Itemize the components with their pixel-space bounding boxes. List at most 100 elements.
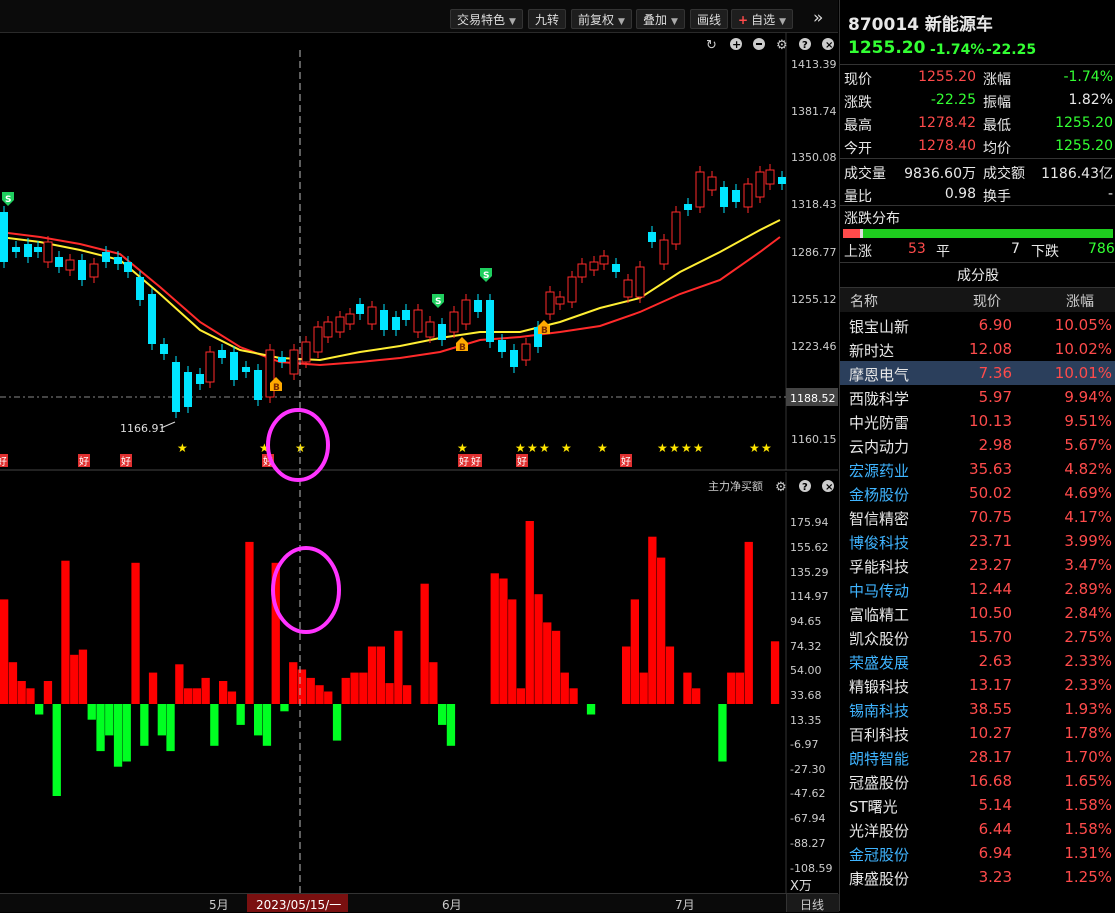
sell-signal-label: S <box>483 271 489 281</box>
stock-change: 1.65% <box>1064 772 1112 790</box>
constituent-row[interactable]: 富临精工 10.50 2.84% <box>840 601 1115 625</box>
overlay-dropdown[interactable]: 叠加 ▼ <box>636 9 685 29</box>
constituent-row[interactable]: 金冠股份 6.94 1.31% <box>840 841 1115 865</box>
candle <box>577 263 587 278</box>
constituent-row[interactable]: 银宝山新 6.90 10.05% <box>840 313 1115 337</box>
net-buy-bar <box>262 704 272 746</box>
net-buy-bar <box>639 672 648 704</box>
nine-turn-button[interactable]: 九转 <box>528 9 567 29</box>
hao-label: 好 <box>0 456 7 468</box>
constituent-row[interactable]: 云内动力 2.98 5.67% <box>840 433 1115 457</box>
constituent-row[interactable]: 锡南科技 38.55 1.93% <box>840 697 1115 721</box>
period-label[interactable]: 日线 <box>800 896 824 913</box>
price-tick-label: 1413.39 <box>791 58 837 71</box>
constituent-row[interactable]: 新时达 12.08 10.02% <box>840 337 1115 361</box>
stock-name: 精锻科技 <box>849 678 910 696</box>
stock-price: 50.02 <box>969 484 1012 502</box>
constituent-row[interactable]: 荣盛发展 2.63 2.33% <box>840 649 1115 673</box>
constituent-row[interactable]: 凯众股份 15.70 2.75% <box>840 625 1115 649</box>
net-buy-bar <box>586 704 596 715</box>
net-buy-bar <box>341 677 350 704</box>
stock-price: 38.55 <box>969 700 1012 718</box>
settings-icon[interactable]: ⚙ <box>775 480 787 495</box>
settings-icon[interactable]: ⚙ <box>776 38 788 53</box>
chart-area[interactable]: 1413.39 1381.74 1350.08 1318.43 1286.77 1255.… <box>0 32 838 893</box>
constituent-row[interactable]: 光洋股份 6.44 1.58% <box>840 817 1115 841</box>
constituent-row[interactable]: 朗特智能 28.17 1.70% <box>840 745 1115 769</box>
candle <box>78 260 86 280</box>
header-change[interactable]: 涨幅 <box>1066 291 1094 311</box>
stock-change: 2.75% <box>1064 628 1112 646</box>
watchlist-dropdown[interactable]: + 自选 ▼ <box>731 9 793 29</box>
candle <box>289 349 299 375</box>
stock-price: 12.44 <box>969 580 1012 598</box>
candle <box>160 344 168 354</box>
overlay-label: 叠加 <box>643 13 668 27</box>
constituent-row[interactable]: 中马传动 12.44 2.89% <box>840 577 1115 601</box>
net-buy-tick-label: 54.00 <box>790 664 822 677</box>
candle <box>743 183 753 208</box>
adjust-dropdown[interactable]: 前复权 ▼ <box>571 9 632 29</box>
candle <box>230 352 238 380</box>
stock-change: 10.01% <box>1054 364 1112 382</box>
divider <box>840 158 1115 159</box>
constituent-row[interactable]: 金杨股份 50.02 4.69% <box>840 481 1115 505</box>
refresh-icon[interactable]: ↻ <box>706 38 717 53</box>
constituent-row[interactable]: 康盛股份 3.23 1.25% <box>840 865 1115 889</box>
constituent-row[interactable]: 宏源药业 35.63 4.82% <box>840 457 1115 481</box>
candle <box>695 171 705 208</box>
constituent-row[interactable]: 百利科技 10.27 1.78% <box>840 721 1115 745</box>
net-buy-bar <box>227 691 237 704</box>
stock-price: 5.97 <box>978 388 1012 406</box>
constituent-row[interactable]: 孚能科技 23.27 3.47% <box>840 553 1115 577</box>
quote-label: 量比 <box>844 189 872 205</box>
constituent-row[interactable]: ST曙光 5.14 1.58% <box>840 793 1115 817</box>
stock-change: 2.89% <box>1064 580 1112 598</box>
hao-label: 好 <box>121 456 131 468</box>
net-buy-tick-label: 155.62 <box>790 541 829 554</box>
stock-name: 荣盛发展 <box>849 654 910 672</box>
candle <box>367 306 377 325</box>
net-buy-bar <box>148 672 158 704</box>
header-price[interactable]: 现价 <box>973 291 1001 311</box>
constituent-row[interactable]: 智信精密 70.75 4.17% <box>840 505 1115 529</box>
header-name[interactable]: 名称 <box>850 291 878 311</box>
net-buy-bar <box>210 704 219 746</box>
hao-label: 好 <box>79 456 89 468</box>
candle <box>323 321 333 338</box>
stock-change: 1.58% <box>1064 820 1112 838</box>
constituent-row[interactable]: 博俊科技 23.71 3.99% <box>840 529 1115 553</box>
constituent-row[interactable]: 冠盛股份 16.68 1.65% <box>840 769 1115 793</box>
net-buy-bar <box>131 562 140 704</box>
net-buy-bar <box>385 683 394 704</box>
candlestick-panel: 1413.39 1381.74 1350.08 1318.43 1286.77 1255.… <box>0 32 838 471</box>
stock-change: 2.33% <box>1064 652 1112 670</box>
constituent-row[interactable]: 西陇科学 5.97 9.94% <box>840 385 1115 409</box>
stock-name: 金杨股份 <box>849 486 910 504</box>
volume-row: 成交量 9836.60万 成交额 1186.43亿 <box>840 160 1115 183</box>
candle <box>356 304 364 314</box>
net-buy-bar <box>157 704 166 736</box>
constituent-row[interactable]: 中光防雷 10.13 9.51% <box>840 409 1115 433</box>
net-buy-bar <box>560 672 569 704</box>
stock-price: 3.23 <box>978 868 1012 886</box>
breadth-bar-flat <box>860 229 863 238</box>
candle <box>684 204 692 210</box>
quote-label: 最低 <box>983 118 1011 134</box>
net-buy-bar <box>630 599 639 704</box>
stock-change: 3.47% <box>1064 556 1112 574</box>
candle <box>778 177 786 184</box>
stock-price: 10.27 <box>969 724 1012 742</box>
double-chevron-right-icon[interactable]: » <box>813 8 823 28</box>
star-icon: ★ <box>749 441 760 455</box>
chevron-down-icon: ▼ <box>671 17 678 27</box>
stock-change: 9.51% <box>1064 412 1112 430</box>
draw-line-button[interactable]: 画线 <box>690 9 729 29</box>
candle <box>425 321 435 338</box>
trade-feature-dropdown[interactable]: 交易特色 ▼ <box>450 9 523 29</box>
constituent-row[interactable]: 精锻科技 13.17 2.33% <box>840 673 1115 697</box>
stock-price: 23.27 <box>969 556 1012 574</box>
stock-change: 4.17% <box>1064 508 1112 526</box>
net-buy-bar <box>429 662 438 704</box>
constituent-row[interactable]: 摩恩电气 7.36 10.01% <box>840 361 1115 385</box>
